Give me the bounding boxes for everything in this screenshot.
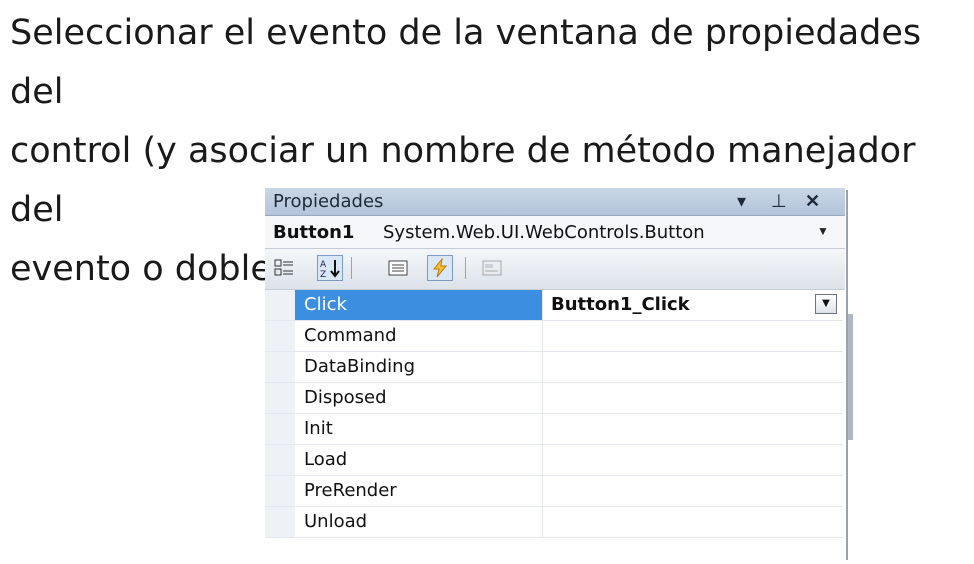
- event-row-unload[interactable]: Unload: [265, 507, 843, 538]
- properties-title: Propiedades: [273, 191, 384, 212]
- event-name[interactable]: Load: [295, 445, 543, 475]
- toolbar-separator: [465, 257, 466, 279]
- panel-scrollbar[interactable]: [848, 314, 853, 440]
- event-handler-value[interactable]: [543, 352, 843, 382]
- property-pages-icon[interactable]: [479, 255, 505, 281]
- object-name: Button1: [273, 222, 355, 243]
- row-gutter: [265, 352, 295, 382]
- event-row-load[interactable]: Load: [265, 445, 843, 476]
- event-row-command[interactable]: Command: [265, 321, 843, 352]
- svg-text:Z: Z: [320, 270, 326, 278]
- event-row-prerender[interactable]: PreRender: [265, 476, 843, 507]
- events-grid: Click Button1_Click ▼ Command DataBindin…: [265, 290, 843, 538]
- row-gutter: [265, 507, 295, 537]
- event-row-init[interactable]: Init: [265, 414, 843, 445]
- event-name[interactable]: Disposed: [295, 383, 543, 413]
- dropdown-icon[interactable]: ▾: [737, 190, 746, 212]
- event-name[interactable]: Unload: [295, 507, 543, 537]
- svg-text:A: A: [320, 260, 327, 270]
- event-handler-text: Button1_Click: [551, 294, 690, 315]
- event-name[interactable]: PreRender: [295, 476, 543, 506]
- event-name[interactable]: Click: [295, 290, 543, 320]
- properties-window: Propiedades ▾ ⊥ ✕ Button1 System.Web.UI.…: [265, 188, 845, 544]
- alphabetical-icon[interactable]: AZ: [317, 255, 343, 281]
- row-gutter: [265, 383, 295, 413]
- row-gutter: [265, 445, 295, 475]
- event-row-disposed[interactable]: Disposed: [265, 383, 843, 414]
- properties-icon[interactable]: [385, 255, 411, 281]
- chevron-down-icon[interactable]: ▼: [817, 224, 829, 238]
- row-gutter: [265, 321, 295, 351]
- close-icon[interactable]: ✕: [805, 190, 820, 212]
- row-gutter: [265, 476, 295, 506]
- event-name[interactable]: DataBinding: [295, 352, 543, 382]
- event-row-databinding[interactable]: DataBinding: [265, 352, 843, 383]
- toolbar-separator: [351, 257, 352, 279]
- row-gutter: [265, 414, 295, 444]
- object-selector[interactable]: Button1 System.Web.UI.WebControls.Button…: [265, 216, 845, 249]
- heading-line-1: Seleccionar el evento de la ventana de p…: [10, 13, 922, 112]
- event-handler-value[interactable]: [543, 445, 843, 475]
- event-handler-value[interactable]: Button1_Click ▼: [543, 290, 843, 320]
- event-name[interactable]: Command: [295, 321, 543, 351]
- events-icon[interactable]: [427, 255, 453, 281]
- object-type: System.Web.UI.WebControls.Button: [383, 222, 705, 243]
- properties-title-bar: Propiedades ▾ ⊥ ✕: [265, 188, 845, 216]
- event-handler-value[interactable]: [543, 507, 843, 537]
- event-handler-value[interactable]: [543, 476, 843, 506]
- pin-icon[interactable]: ⊥: [771, 190, 787, 212]
- categorized-icon[interactable]: [271, 255, 297, 281]
- properties-toolbar: AZ: [265, 249, 845, 290]
- chevron-down-icon[interactable]: ▼: [815, 294, 837, 314]
- event-row-click[interactable]: Click Button1_Click ▼: [265, 290, 843, 321]
- event-handler-value[interactable]: [543, 383, 843, 413]
- event-handler-value[interactable]: [543, 414, 843, 444]
- event-name[interactable]: Init: [295, 414, 543, 444]
- row-gutter: [265, 290, 295, 320]
- event-handler-value[interactable]: [543, 321, 843, 351]
